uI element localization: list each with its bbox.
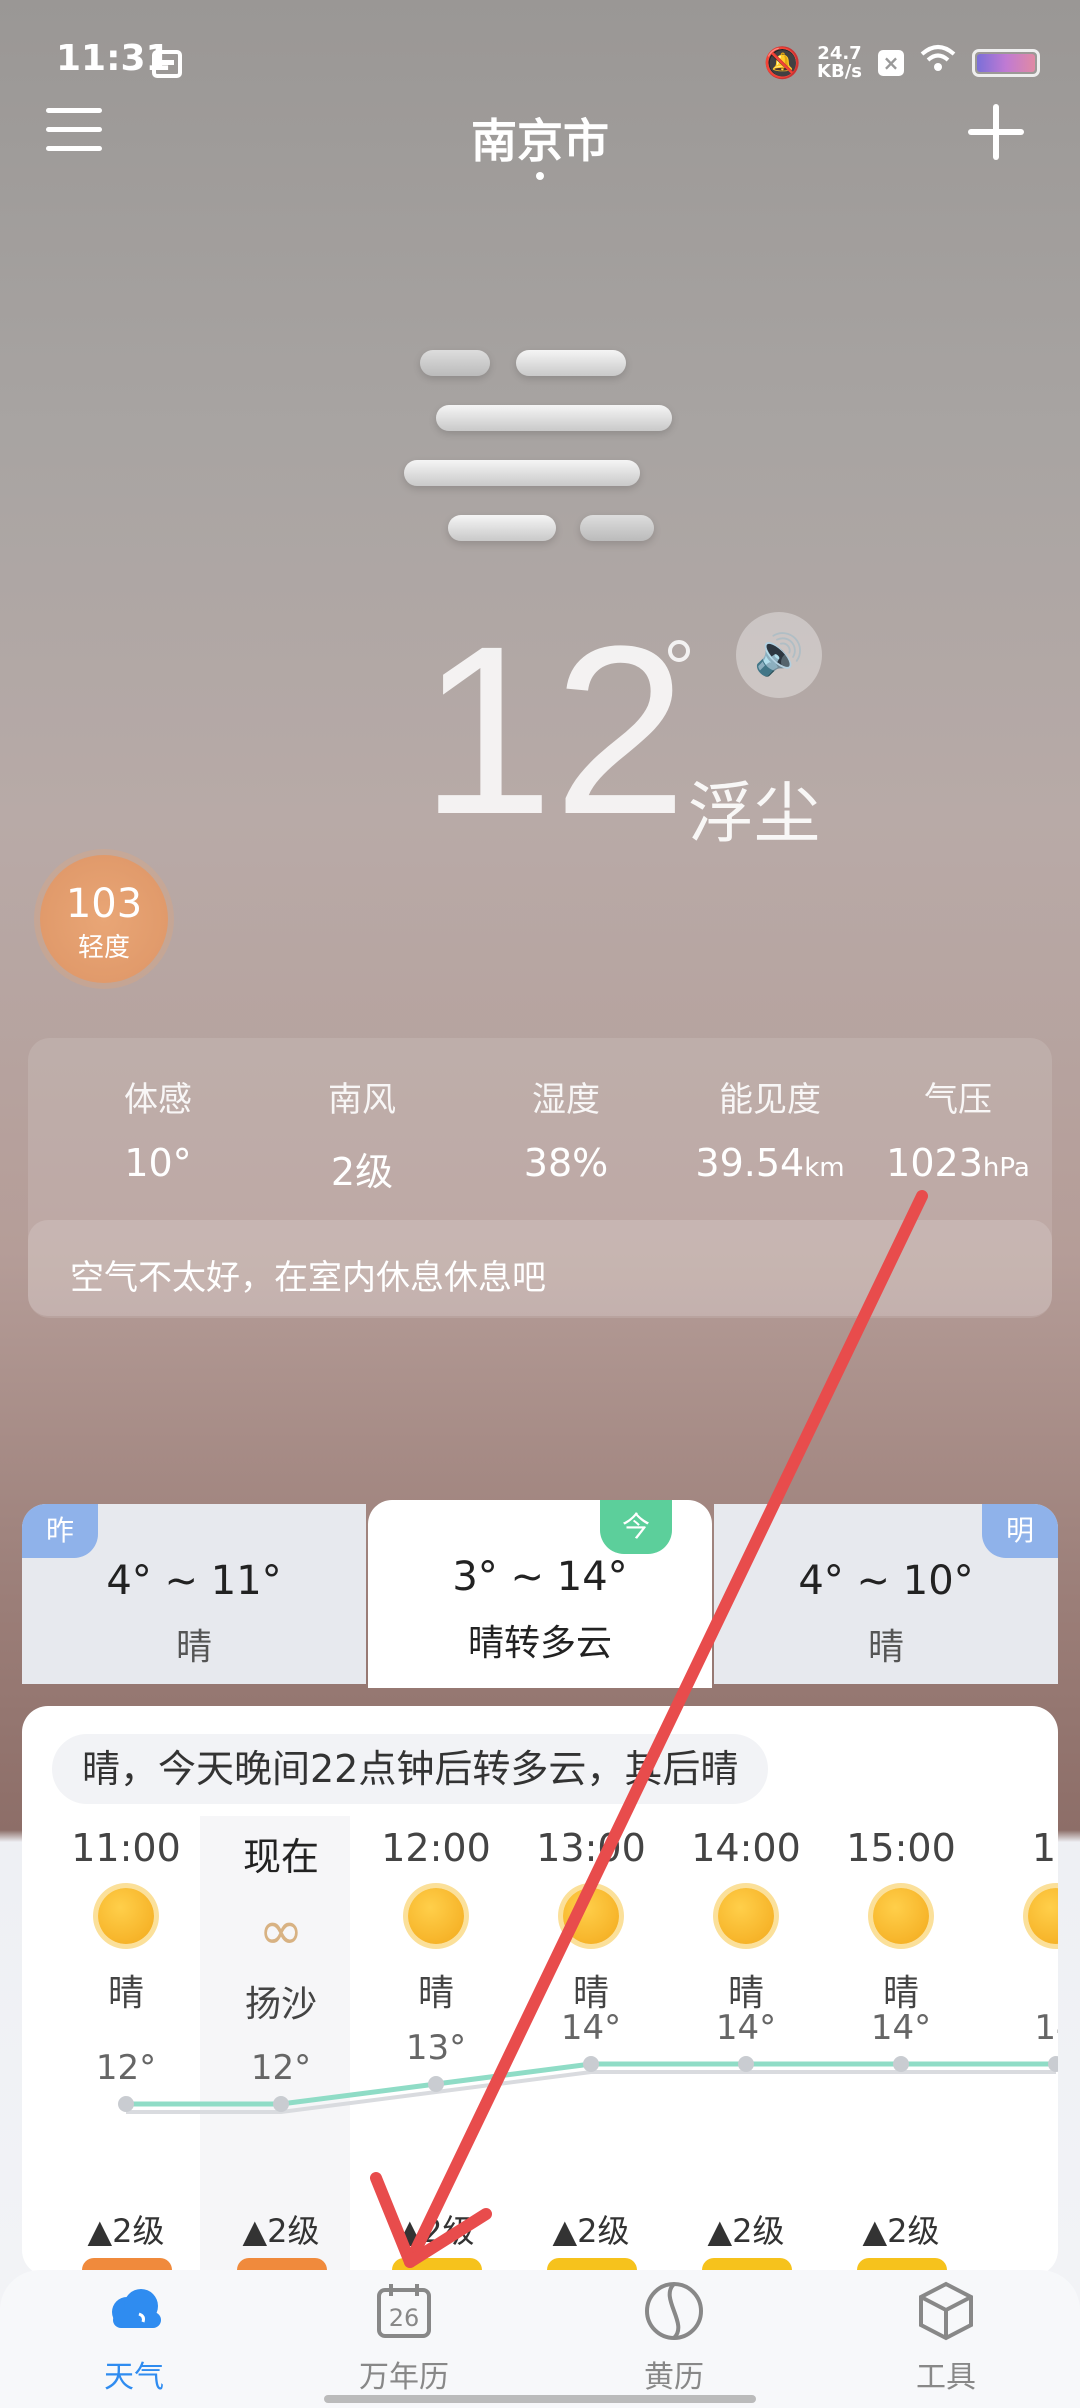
aqi-badge[interactable]: 103 轻度 (40, 855, 168, 983)
close-box-icon: × (878, 50, 904, 76)
day-desc: 晴 (867, 1627, 904, 1668)
bottom-nav: 天气 26 万年历 黄历 工具 (0, 2270, 1080, 2408)
metric-label: 体感 (124, 1080, 192, 1120)
metric-label: 能见度 (719, 1080, 821, 1120)
day-card-tomorrow[interactable]: 明 4° ~ 10° 晴 (714, 1504, 1058, 1684)
temp-point (893, 2056, 909, 2072)
degree-symbol (668, 640, 690, 662)
metric-label: 气压 (924, 1080, 992, 1120)
metric-pressure: 气压 1023hPa (848, 1072, 1068, 1185)
cube-icon (915, 2280, 977, 2342)
weather-details-card[interactable]: 体感 10° 南风 2级 湿度 38% 能见度 39.54km 气压 1023h… (28, 1038, 1052, 1318)
hourly-forecast-panel[interactable]: 晴，今天晚间22点钟后转多云，其后晴 11:00 晴 12° ▲2级 现在 ∞ 扬沙 12° ▲… (22, 1706, 1058, 2276)
metric-value: 1023hPa (886, 1141, 1030, 1185)
tag-tomorrow: 明 (982, 1504, 1058, 1558)
day-desc: 晴 (175, 1627, 212, 1668)
tag-today: 今 (600, 1500, 672, 1554)
aqi-value: 103 (65, 881, 143, 927)
day-card-today[interactable]: 今 3° ~ 14° 晴转多云 (368, 1500, 712, 1688)
nav-label: 万年历 (359, 2360, 449, 2395)
battery-icon (972, 49, 1040, 77)
svg-text:26: 26 (389, 2304, 420, 2332)
tag-yesterday: 昨 (22, 1504, 98, 1558)
haze-weather-icon (400, 350, 680, 550)
cloud-icon (103, 2280, 165, 2342)
wifi-icon (920, 44, 956, 82)
current-temperature: 12 (420, 596, 687, 864)
metric-value: 10° (124, 1141, 192, 1185)
mute-bell-icon: 🔕 (763, 45, 802, 81)
speaker-icon[interactable]: 🔊 (736, 612, 822, 698)
nav-weather[interactable]: 天气 (34, 2280, 234, 2396)
current-condition: 浮尘 (688, 775, 820, 852)
temp-point (273, 2096, 289, 2112)
yin-yang-icon (643, 2280, 705, 2342)
metric-value: 2级 (330, 1150, 394, 1194)
day-range: 4° ~ 10° (798, 1558, 974, 1604)
metric-humidity: 湿度 38% (466, 1072, 666, 1185)
nav-calendar[interactable]: 26 万年历 (304, 2280, 504, 2396)
metric-value: 39.54km (695, 1141, 845, 1185)
day-card-yesterday[interactable]: 昨 4° ~ 11° 晴 (22, 1504, 366, 1684)
metric-label: 湿度 (532, 1080, 600, 1120)
nav-label: 黄历 (644, 2360, 704, 2395)
net-speed: 24.7 KB/s (817, 45, 862, 81)
temp-point (583, 2056, 599, 2072)
advice-text: 空气不太好，在室内休息休息吧 (28, 1220, 1052, 1316)
temp-point (738, 2056, 754, 2072)
page-indicator-dot (536, 172, 544, 180)
nav-tools[interactable]: 工具 (846, 2280, 1046, 2396)
net-speed-unit: KB/s (817, 61, 862, 82)
temp-point (1048, 2056, 1058, 2072)
temp-point (428, 2076, 444, 2092)
day-range: 3° ~ 14° (452, 1554, 628, 1600)
temperature-curve (118, 2056, 1058, 2114)
temp-point (118, 2096, 134, 2112)
home-indicator[interactable] (324, 2395, 756, 2403)
day-desc: 晴转多云 (467, 1623, 612, 1664)
status-bar: 11:31 🔕 24.7 KB/s × (0, 0, 1080, 120)
metric-value: 38% (523, 1141, 609, 1185)
metric-wind: 南风 2级 (262, 1072, 462, 1196)
metric-feels-like: 体感 10° (58, 1072, 258, 1185)
nav-label: 工具 (916, 2360, 976, 2395)
metric-label: 南风 (328, 1080, 396, 1120)
metric-visibility: 能见度 39.54km (670, 1072, 870, 1185)
city-title[interactable]: 南京市 (0, 105, 1080, 171)
nav-label: 天气 (104, 2360, 164, 2395)
calendar-notification-icon (152, 50, 182, 78)
add-city-button[interactable] (968, 104, 1024, 160)
aqi-label: 轻度 (77, 933, 130, 963)
status-icons: 🔕 24.7 KB/s × (764, 44, 1040, 82)
calendar-icon: 26 (373, 2280, 435, 2342)
nav-almanac[interactable]: 黄历 (574, 2280, 774, 2396)
day-range: 4° ~ 11° (106, 1558, 282, 1604)
